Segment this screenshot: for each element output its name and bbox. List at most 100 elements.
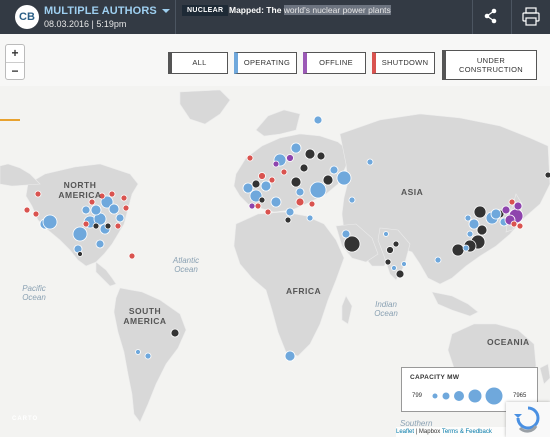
terms-link[interactable]: Terms & Feedback	[442, 429, 492, 435]
top-bar: CB MULTIPLE AUTHORS 08.03.2016 | 5:19pm …	[0, 0, 550, 34]
plant-marker[interactable]	[516, 222, 524, 230]
plant-marker[interactable]	[286, 154, 294, 162]
plant-marker[interactable]	[434, 256, 442, 264]
world-map[interactable]: + − ALL OPERATING OFFLINE SHUTDOWN UNDER…	[0, 34, 550, 437]
publish-date: 08.03.2016 | 5:19pm	[44, 19, 127, 29]
plant-marker[interactable]	[468, 218, 480, 230]
plant-marker[interactable]	[23, 206, 31, 214]
plant-marker[interactable]	[299, 163, 309, 173]
plant-marker[interactable]	[264, 208, 272, 216]
plant-marker[interactable]	[120, 194, 128, 202]
author-dropdown[interactable]: MULTIPLE AUTHORS	[44, 5, 170, 17]
plant-marker[interactable]	[284, 350, 296, 362]
plant-marker[interactable]	[108, 203, 120, 215]
plant-marker[interactable]	[308, 200, 316, 208]
plant-marker[interactable]	[386, 246, 394, 254]
label-north-america: NORTH AMERICA	[58, 180, 102, 200]
plant-marker[interactable]	[348, 196, 356, 204]
plant-marker[interactable]	[32, 210, 40, 218]
plant-marker[interactable]	[322, 174, 334, 186]
print-icon	[522, 7, 540, 26]
plant-marker[interactable]	[285, 207, 295, 217]
plant-marker[interactable]	[295, 197, 305, 207]
label-oceania: OCEANIA	[487, 337, 530, 347]
plant-marker[interactable]	[284, 216, 292, 224]
plant-marker[interactable]	[508, 198, 516, 206]
plant-marker[interactable]	[366, 158, 374, 166]
plant-marker[interactable]	[92, 222, 100, 230]
plant-marker[interactable]	[77, 251, 83, 257]
plant-marker[interactable]	[490, 208, 502, 220]
plant-marker[interactable]	[401, 261, 407, 267]
plant-marker[interactable]	[81, 205, 91, 215]
plant-marker[interactable]	[135, 349, 141, 355]
plant-marker[interactable]	[466, 230, 474, 238]
plant-marker[interactable]	[501, 205, 511, 215]
plant-marker[interactable]	[128, 252, 136, 260]
plant-marker[interactable]	[95, 239, 105, 249]
plant-marker[interactable]	[343, 235, 361, 253]
divider	[175, 0, 176, 34]
recaptcha-badge[interactable]	[506, 402, 550, 437]
plant-marker[interactable]	[341, 229, 351, 239]
plant-marker[interactable]	[90, 204, 102, 216]
plant-marker[interactable]	[268, 176, 276, 184]
plant-marker[interactable]	[170, 328, 180, 338]
plant-marker[interactable]	[82, 220, 90, 228]
label-indian-ocean: Indian Ocean	[374, 300, 398, 318]
plant-marker[interactable]	[295, 187, 305, 197]
plant-marker[interactable]	[258, 172, 266, 180]
plant-marker[interactable]	[114, 222, 122, 230]
plant-marker[interactable]	[242, 182, 254, 194]
print-button[interactable]	[512, 0, 550, 34]
plant-marker[interactable]	[104, 222, 112, 230]
plant-marker[interactable]	[72, 226, 88, 242]
plant-marker[interactable]	[108, 190, 116, 198]
plant-marker[interactable]	[384, 258, 392, 266]
recaptcha-icon	[514, 406, 540, 433]
label-south-america: SOUTH AMERICA	[123, 306, 167, 326]
headline-highlight: world's nuclear power plants	[283, 5, 391, 15]
plant-marker[interactable]	[451, 243, 465, 257]
label-atlantic-ocean: Atlantic Ocean	[172, 256, 200, 274]
plant-marker[interactable]	[336, 170, 352, 186]
plant-marker[interactable]	[290, 176, 302, 188]
carto-logo[interactable]: CARTO	[12, 416, 38, 422]
plant-marker[interactable]	[254, 202, 262, 210]
plant-marker[interactable]	[309, 181, 327, 199]
plant-marker[interactable]	[251, 179, 261, 189]
article-headline: Mapped: The world's nuclear power plants	[229, 5, 391, 15]
plant-marker[interactable]	[246, 154, 254, 162]
plant-marker[interactable]	[290, 142, 302, 154]
plant-marker[interactable]	[270, 196, 282, 208]
plant-marker[interactable]	[144, 352, 152, 360]
plant-marker[interactable]	[42, 214, 58, 230]
plant-marker[interactable]	[329, 165, 339, 175]
category-tag[interactable]: NUCLEAR	[182, 5, 229, 16]
plant-marker[interactable]	[395, 269, 405, 279]
plant-marker[interactable]	[115, 213, 125, 223]
plant-marker[interactable]	[510, 220, 518, 228]
plant-marker[interactable]	[473, 205, 487, 219]
plant-marker[interactable]	[122, 204, 130, 212]
plant-marker[interactable]	[306, 214, 314, 222]
plant-marker[interactable]	[272, 160, 280, 168]
plant-marker[interactable]	[313, 115, 323, 125]
carbon-brief-logo[interactable]: CB	[15, 5, 39, 29]
plant-marker[interactable]	[316, 151, 326, 161]
plant-marker[interactable]	[34, 190, 42, 198]
plant-marker[interactable]	[462, 244, 470, 252]
plant-marker[interactable]	[464, 214, 472, 222]
plant-marker[interactable]	[513, 201, 523, 211]
plant-marker[interactable]	[258, 196, 266, 204]
leaflet-link[interactable]: Leaflet	[396, 429, 414, 435]
plant-marker[interactable]	[280, 168, 288, 176]
plant-marker[interactable]	[544, 171, 550, 179]
plant-marker[interactable]	[392, 240, 400, 248]
plant-marker[interactable]	[391, 265, 397, 271]
plant-marker[interactable]	[304, 148, 316, 160]
plant-marker[interactable]	[383, 231, 389, 237]
plant-marker[interactable]	[248, 202, 256, 210]
share-button[interactable]	[472, 0, 510, 34]
plant-marker[interactable]	[260, 180, 272, 192]
